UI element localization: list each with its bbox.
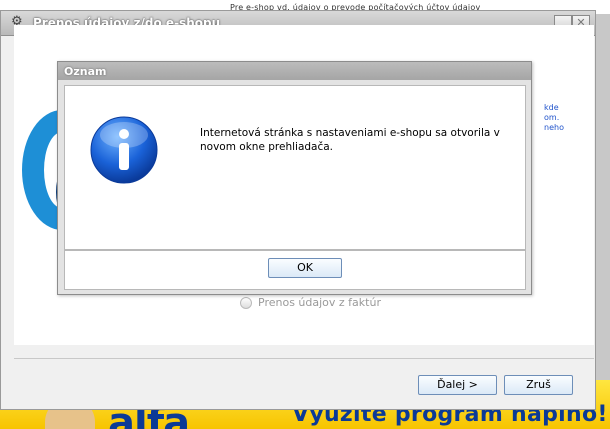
dialog-content: Internetová stránka s nastaveniami e-sho… [64,85,526,250]
dialog-message: Internetová stránka s nastaveniami e-sho… [200,127,500,153]
info-icon [90,116,158,184]
radio-invoices-transfer[interactable]: Prenos údajov z faktúr [240,296,381,309]
radio-button[interactable] [240,296,252,309]
radio-label: Prenos údajov z faktúr [258,296,381,309]
dialog-footer: OK [64,250,526,290]
next-button[interactable]: Ďalej > [418,375,497,395]
dialog-titlebar[interactable]: Oznam [58,62,531,80]
footer-divider [14,358,594,359]
dialog-title: Oznam [64,65,107,78]
background-link-text: kde om. neho [544,103,564,132]
ok-button[interactable]: OK [268,258,342,278]
cancel-button[interactable]: Zruš [504,375,573,395]
message-dialog: Oznam Internetová stránka s nastaveniami… [57,61,532,295]
